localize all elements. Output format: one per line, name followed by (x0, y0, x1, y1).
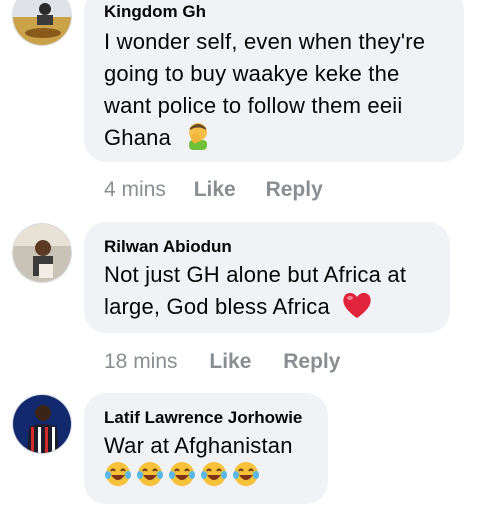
avatar[interactable] (12, 394, 72, 454)
avatar[interactable] (12, 223, 72, 283)
avatar-image (13, 395, 71, 453)
comment-line: large, God bless Africa (104, 294, 330, 319)
comment-line: I wonder self, even when they're (104, 29, 426, 54)
reply-button[interactable]: Reply (266, 177, 323, 203)
comment-author[interactable]: Kingdom Gh (104, 2, 444, 22)
comment-line: War at Afghanistan (104, 433, 293, 458)
tears-of-joy-icon (200, 460, 228, 497)
red-heart-icon (342, 291, 372, 328)
like-button[interactable]: Like (194, 177, 236, 203)
comment-bubble[interactable]: Rilwan Abiodun Not just GH alone but Afr… (84, 222, 450, 333)
comment-bubble[interactable]: Latif Lawrence Jorhowie War at Afghanist… (84, 393, 328, 504)
comment-line: going to buy waakye keke the (104, 61, 400, 86)
comment-time[interactable]: 18 mins (104, 349, 178, 375)
comment-text: Not just GH alone but Africa at large, G… (104, 259, 430, 328)
avatar-image (13, 0, 71, 45)
comment-bubble[interactable]: Kingdom Gh I wonder self, even when they… (84, 0, 464, 162)
comment-author[interactable]: Rilwan Abiodun (104, 237, 430, 257)
emoji-row (104, 460, 308, 497)
comment-line: Not just GH alone but Africa at (104, 262, 407, 287)
tears-of-joy-icon (104, 460, 132, 497)
tears-of-joy-icon (168, 460, 196, 497)
comment-meta: 4 mins Like Reply (104, 177, 323, 203)
comment-last-line: Ghana (104, 122, 444, 159)
comment-line: Ghana (104, 125, 172, 150)
comment-text: I wonder self, even when they're going t… (104, 26, 444, 159)
avatar-image (13, 224, 71, 282)
comment-line: want police to follow them eeii (104, 93, 403, 118)
like-button[interactable]: Like (209, 349, 251, 375)
comment-meta: 18 mins Like Reply (104, 349, 340, 375)
comment-last-line: large, God bless Africa (104, 291, 430, 328)
tears-of-joy-icon (232, 460, 260, 497)
comment-author[interactable]: Latif Lawrence Jorhowie (104, 408, 308, 428)
avatar[interactable] (12, 0, 72, 46)
comment-text: War at Afghanistan (104, 430, 308, 494)
comment-time[interactable]: 4 mins (104, 177, 166, 203)
man-facepalming-icon (185, 122, 211, 159)
tears-of-joy-icon (136, 460, 164, 497)
reply-button[interactable]: Reply (283, 349, 340, 375)
